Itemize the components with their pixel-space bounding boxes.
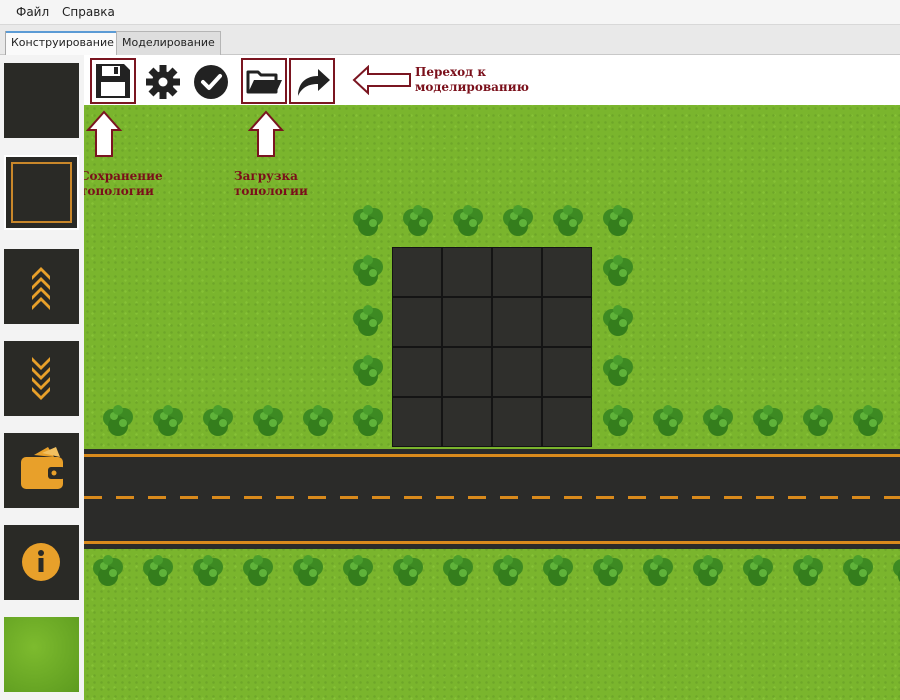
annotation-modeling: Переход к моделированию: [415, 65, 529, 94]
building-cell: [542, 347, 592, 397]
building-cell: [492, 397, 542, 447]
menu-help[interactable]: Справка: [62, 5, 115, 19]
palette-road-down-tile[interactable]: [4, 341, 79, 416]
palette-road-up-tile[interactable]: [4, 249, 79, 324]
validate-button[interactable]: [188, 58, 234, 104]
bush-icon: [800, 404, 836, 440]
building-cell: [442, 347, 492, 397]
annotation-save: Сохранение топологии: [84, 169, 163, 198]
bush-icon: [650, 404, 686, 440]
menu-file[interactable]: Файл: [16, 5, 49, 19]
map-canvas[interactable]: Сохранение топологии Загрузка топологии: [84, 105, 900, 700]
bush-icon: [200, 404, 236, 440]
tab-modeling[interactable]: Моделирование: [116, 31, 221, 55]
bush-icon: [740, 554, 776, 590]
road-edge-line: [84, 541, 900, 544]
building-cell: [492, 347, 542, 397]
save-button[interactable]: [90, 58, 136, 104]
building-cell: [492, 247, 542, 297]
tile-palette: [0, 55, 84, 700]
toolbar: Переход к моделированию: [84, 55, 900, 105]
wallet-icon: [21, 447, 65, 489]
palette-grass-tile[interactable]: [4, 617, 79, 692]
plot-outline-icon: [11, 162, 72, 223]
palette-wallet-tile[interactable]: [4, 433, 79, 508]
annotation-arrow-up-icon: [86, 110, 123, 157]
save-icon: [96, 64, 130, 98]
settings-gear-icon: [146, 65, 180, 99]
bush-icon: [350, 254, 386, 290]
settings-button[interactable]: [140, 58, 186, 104]
tab-bar: Конструирование Моделирование: [0, 25, 900, 56]
building-cell: [542, 397, 592, 447]
bush-icon: [850, 404, 886, 440]
bush-icon: [390, 554, 426, 590]
bush-icon: [350, 354, 386, 390]
bush-icon: [290, 554, 326, 590]
info-icon: [22, 543, 60, 581]
bush-icon: [600, 354, 636, 390]
load-button[interactable]: [241, 58, 287, 104]
annotation-load: Загрузка топологии: [234, 169, 308, 198]
bush-icon: [600, 404, 636, 440]
bush-icon: [890, 554, 900, 590]
check-circle-icon: [194, 65, 228, 99]
annotation-arrow-left-icon: [352, 65, 411, 95]
bush-icon: [500, 204, 536, 240]
folder-open-icon: [246, 70, 282, 94]
building-cell: [542, 297, 592, 347]
go-to-modeling-button[interactable]: [289, 58, 335, 104]
annotation-arrow-up-icon: [248, 110, 285, 157]
bush-icon: [550, 204, 586, 240]
bush-icon: [540, 554, 576, 590]
bush-icon: [600, 254, 636, 290]
bush-icon: [600, 204, 636, 240]
building-cell: [542, 247, 592, 297]
bush-icon: [640, 554, 676, 590]
bush-icon: [840, 554, 876, 590]
building-cell: [392, 347, 442, 397]
palette-info-tile[interactable]: [4, 525, 79, 600]
bush-icon: [140, 554, 176, 590]
bush-icon: [240, 554, 276, 590]
palette-plot-outline-tile[interactable]: [4, 155, 79, 230]
bush-icon: [600, 304, 636, 340]
building-block: [392, 247, 592, 447]
road: [84, 449, 900, 549]
bush-icon: [790, 554, 826, 590]
building-cell: [392, 397, 442, 447]
bush-icon: [90, 554, 126, 590]
bush-icon: [490, 554, 526, 590]
bush-icon: [340, 554, 376, 590]
bush-icon: [400, 204, 436, 240]
building-cell: [392, 247, 442, 297]
chevrons-up-icon: [32, 267, 50, 310]
bush-icon: [690, 554, 726, 590]
building-cell: [492, 297, 542, 347]
redo-arrow-icon: [298, 69, 330, 96]
bush-icon: [700, 404, 736, 440]
bush-icon: [100, 404, 136, 440]
chevrons-down-icon: [32, 357, 50, 400]
bush-icon: [350, 404, 386, 440]
bush-icon: [350, 204, 386, 240]
building-cell: [442, 297, 492, 347]
building-cell: [442, 397, 492, 447]
bush-icon: [150, 404, 186, 440]
bush-icon: [190, 554, 226, 590]
bush-icon: [350, 304, 386, 340]
road-edge-line: [84, 454, 900, 457]
road-center-dashes: [84, 496, 900, 499]
building-cell: [442, 247, 492, 297]
menu-bar: Файл Справка: [0, 0, 900, 25]
palette-empty-dark-tile[interactable]: [4, 63, 79, 138]
building-cell: [392, 297, 442, 347]
tab-construction[interactable]: Конструирование: [5, 31, 120, 56]
bush-icon: [300, 404, 336, 440]
bush-icon: [450, 204, 486, 240]
bush-icon: [590, 554, 626, 590]
bush-icon: [440, 554, 476, 590]
bush-icon: [250, 404, 286, 440]
bush-icon: [750, 404, 786, 440]
